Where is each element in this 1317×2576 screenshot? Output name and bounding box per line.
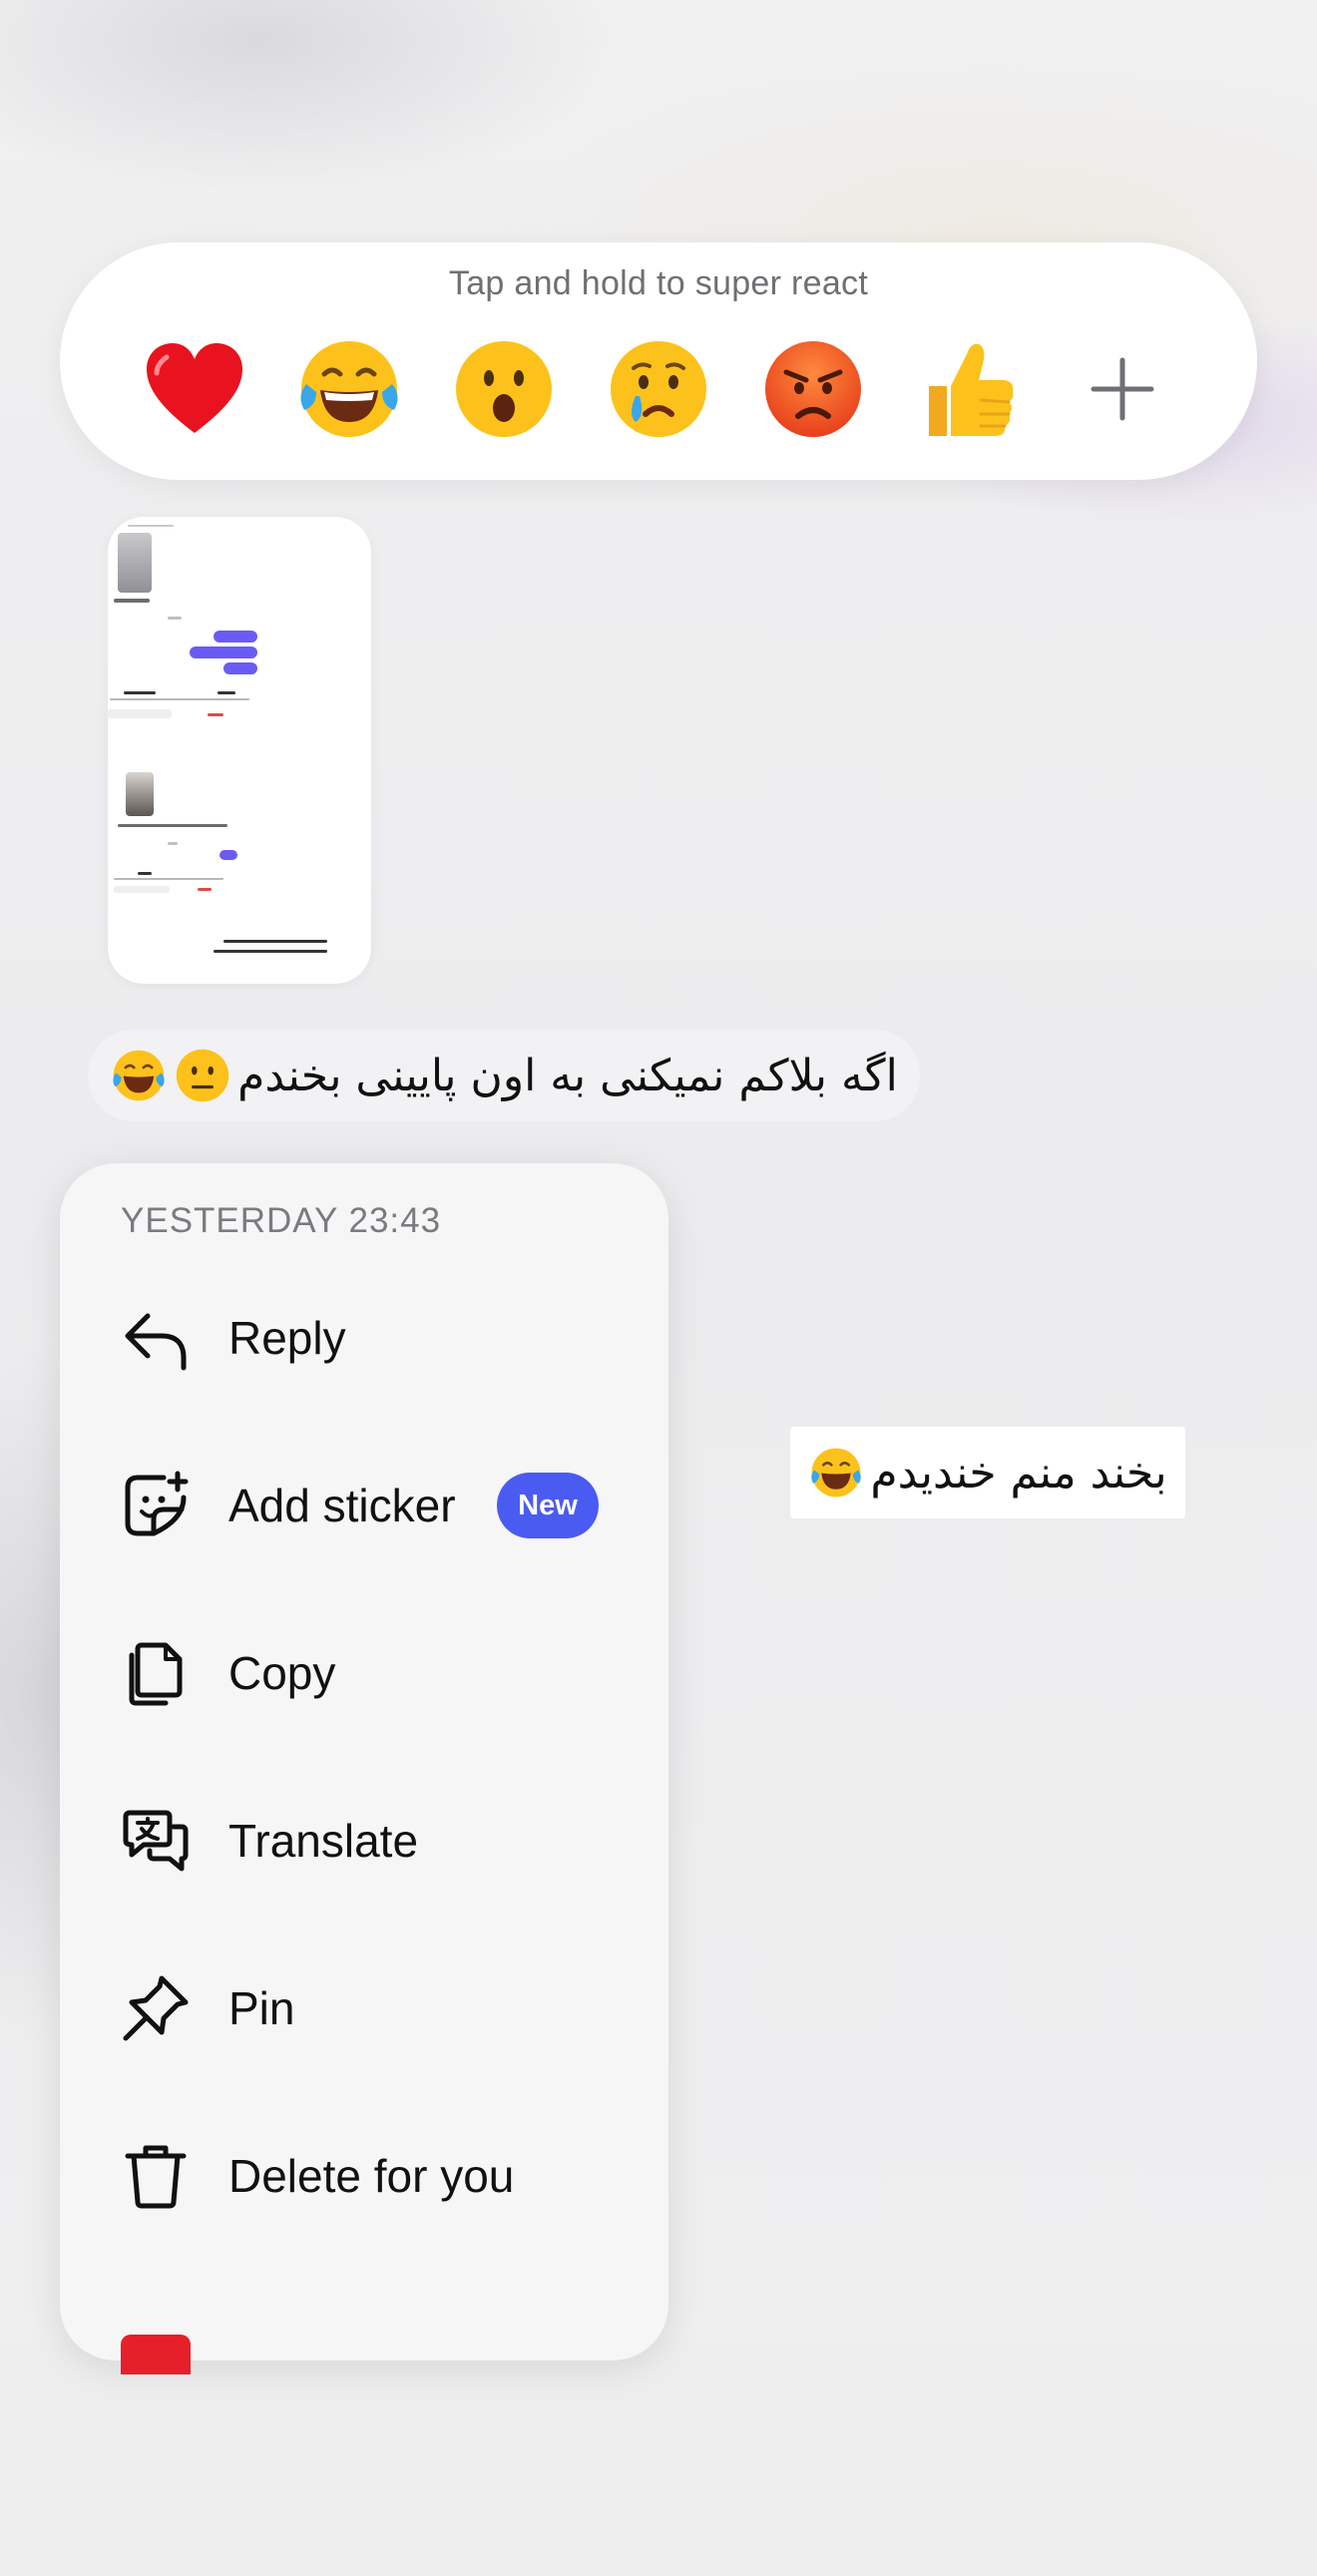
mini-caption (118, 824, 227, 827)
reaction-row (130, 324, 1187, 454)
mini-bubble (190, 646, 257, 658)
sticker-icon (118, 1468, 194, 1543)
outgoing-message-bubble[interactable]: بخند منم خندیدم (790, 1427, 1185, 1518)
mini-text (223, 940, 327, 943)
mini-time (168, 842, 178, 845)
new-badge: New (497, 1473, 599, 1538)
mini-photo (126, 772, 154, 816)
mini-time (168, 617, 182, 620)
mini-delete (198, 888, 212, 891)
menu-item-pin[interactable]: Pin (60, 1933, 668, 2083)
mini-text (214, 950, 327, 953)
neutral-face-emoji (174, 1047, 231, 1104)
mini-bubble (214, 631, 257, 643)
mini-text (110, 698, 249, 700)
mini-text (114, 878, 223, 880)
tears-of-joy-emoji (808, 1445, 864, 1501)
plus-icon[interactable] (1058, 324, 1187, 454)
pin-icon (118, 1970, 194, 2046)
menu-item-label: Delete for you (228, 2150, 515, 2202)
mini-text (218, 691, 235, 694)
mini-button (108, 709, 172, 718)
reaction-bar: Tap and hold to super react (60, 242, 1257, 480)
tears-of-joy-emoji (110, 1047, 168, 1104)
mini-button (114, 886, 170, 893)
mini-text (124, 691, 156, 694)
message-timestamp: YESTERDAY 23:43 (121, 1201, 442, 1240)
incoming-message-text: اگه بلاکم نمیکنی به اون پایینی بخندم (237, 1050, 898, 1101)
mini-delete (208, 713, 223, 716)
translate-icon (118, 1803, 194, 1879)
report-icon-peek (121, 2335, 191, 2374)
mini-caption (114, 599, 150, 603)
crying-face-emoji[interactable] (594, 324, 723, 454)
menu-item-translate[interactable]: Translate (60, 1766, 668, 1916)
menu-item-label: Translate (228, 1815, 419, 1867)
menu-item-delete-for-you[interactable]: Delete for you (60, 2101, 668, 2251)
thumbs-up-emoji[interactable] (903, 324, 1033, 454)
reply-icon (118, 1300, 194, 1376)
trash-icon (118, 2138, 194, 2214)
copy-icon (118, 1635, 194, 1711)
menu-item-reply[interactable]: Reply (60, 1263, 668, 1413)
message-context-menu: YESTERDAY 23:43 Reply Add sticker New Co… (60, 1163, 668, 2374)
astonished-face-emoji[interactable] (439, 324, 569, 454)
menu-item-label: Copy (228, 1647, 336, 1699)
tears-of-joy-emoji[interactable] (284, 324, 414, 454)
outgoing-message-text: بخند منم خندیدم (870, 1447, 1167, 1499)
mini-bubble (223, 662, 257, 674)
image-message-thumbnail[interactable] (108, 517, 371, 984)
mini-text (138, 872, 152, 875)
menu-item-copy[interactable]: Copy (60, 1598, 668, 1748)
mini-header-line (128, 525, 174, 527)
mini-bubble (220, 850, 237, 860)
incoming-message-bubble[interactable]: اگه بلاکم نمیکنی به اون پایینی بخندم (88, 1030, 920, 1121)
mini-photo (118, 533, 152, 593)
menu-item-label: Reply (228, 1312, 346, 1364)
angry-face-emoji[interactable] (748, 324, 878, 454)
menu-item-label: Pin (228, 1982, 295, 2034)
red-heart-emoji[interactable] (130, 324, 259, 454)
reaction-hint: Tap and hold to super react (448, 264, 869, 302)
menu-item-add-sticker[interactable]: Add sticker New (60, 1431, 668, 1580)
menu-item-label: Add sticker (228, 1480, 456, 1531)
